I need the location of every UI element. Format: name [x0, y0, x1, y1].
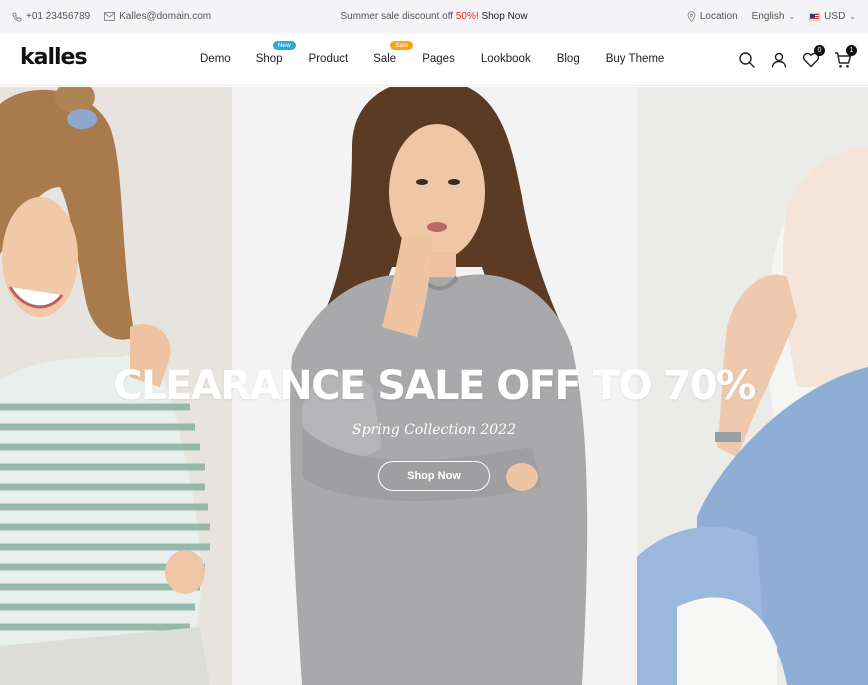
top-bar: +01 23456789 Kalles@domain.com Summer sa… [0, 0, 868, 33]
email-address: Kalles@domain.com [119, 11, 212, 22]
us-flag-icon [809, 12, 821, 21]
hero-slider[interactable]: CLEARANCE SALE OFF TO 70% Spring Collect… [0, 87, 868, 685]
nav-label: Blog [556, 53, 580, 65]
search-button[interactable] [738, 51, 756, 69]
nav-label: Pages [422, 53, 455, 65]
mail-icon [104, 12, 116, 21]
nav-label: Shop [255, 53, 283, 65]
account-button[interactable] [770, 51, 788, 69]
new-badge: New [272, 41, 296, 50]
nav-sale[interactable]: Sale Sale [373, 41, 414, 65]
nav-blog[interactable]: Blog [557, 53, 580, 65]
promo-shop-link[interactable]: Shop Now [481, 11, 527, 22]
cart-count: 1 [846, 45, 857, 56]
chevron-down-icon: ⌄ [849, 12, 856, 21]
promo-percent: 50%! [455, 11, 479, 22]
nav-product[interactable]: Product [309, 53, 349, 65]
phone-icon [12, 12, 22, 21]
nav-demo[interactable]: Demo [200, 53, 231, 65]
hero-subtitle: Spring Collection 2022 [351, 422, 516, 438]
wishlist-count: 0 [814, 45, 825, 56]
hero-title: CLEARANCE SALE OFF TO 70% [113, 363, 756, 409]
nav-label: Lookbook [480, 53, 531, 65]
language-label: English [751, 11, 785, 22]
phone-number: +01 23456789 [26, 11, 91, 22]
location-pin-icon [687, 11, 696, 22]
phone-contact[interactable]: +01 23456789 [12, 11, 90, 22]
nav-label: Product [308, 53, 349, 65]
nav-label: Demo [200, 53, 231, 65]
main-header: kalles Demo Shop New Product Sale Sale Pag… [0, 33, 868, 86]
location-label: Location [699, 11, 738, 22]
main-nav: Demo Shop New Product Sale Sale Pages Look… [200, 41, 665, 65]
currency-label: USD [824, 11, 846, 22]
nav-label: Sale [373, 53, 397, 65]
nav-pages[interactable]: Pages [422, 53, 455, 65]
promo-text: Summer sale discount off [340, 11, 456, 22]
email-contact[interactable]: Kalles@domain.com [104, 11, 211, 22]
nav-label: Buy Theme [605, 53, 665, 65]
site-logo[interactable]: kalles [20, 45, 88, 70]
sale-badge: Sale [390, 41, 414, 50]
location-link[interactable]: Location [687, 11, 738, 22]
search-icon [739, 52, 755, 68]
cart-button[interactable]: 1 [834, 45, 857, 69]
nav-buy-theme[interactable]: Buy Theme [606, 53, 665, 65]
currency-selector[interactable]: USD ⌄ [809, 11, 856, 22]
chevron-down-icon: ⌄ [788, 12, 796, 21]
wishlist-button[interactable]: 0 [802, 45, 825, 69]
hero-shop-now-button[interactable]: Shop Now [378, 461, 490, 491]
nav-shop[interactable]: Shop New [255, 41, 296, 65]
language-selector[interactable]: English ⌄ [752, 11, 796, 22]
nav-lookbook[interactable]: Lookbook [481, 53, 531, 65]
user-icon [771, 52, 787, 68]
